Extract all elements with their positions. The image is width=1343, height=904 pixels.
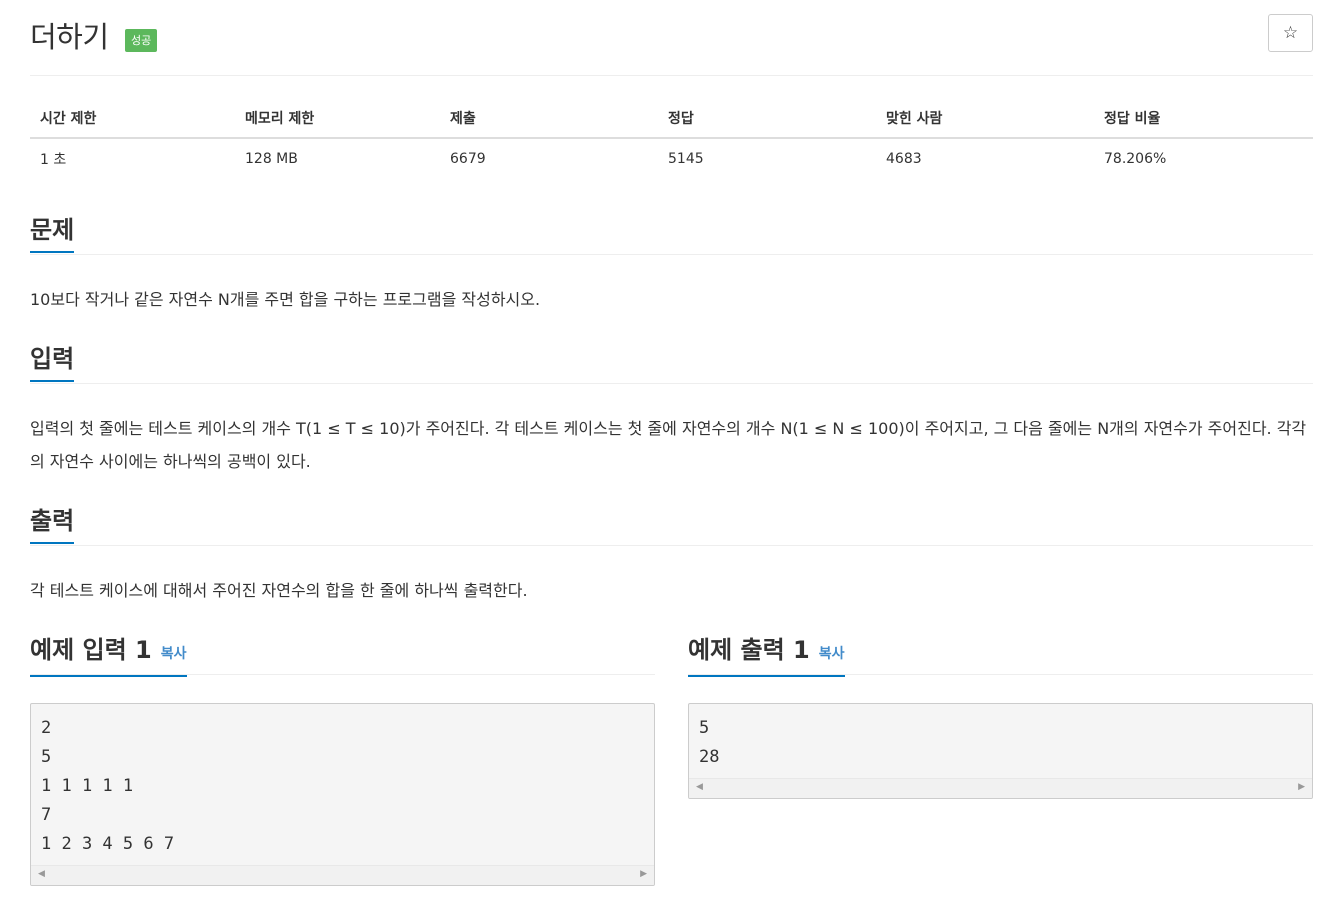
value-memory-limit: 128 MB xyxy=(245,150,298,167)
description-text: 10보다 작거나 같은 자연수 N개를 주면 합을 구하는 프로그램을 작성하시… xyxy=(30,290,541,309)
title-row: 더하기 성공 ☆ xyxy=(30,0,1313,76)
value-submissions: 6679 xyxy=(450,150,486,167)
header-memory-limit: 메모리 제한 xyxy=(235,99,440,139)
value-solved-users: 4683 xyxy=(886,150,922,167)
info-header-row: 시간 제한 메모리 제한 제출 정답 맞힌 사람 정답 비율 xyxy=(30,99,1313,139)
sample-output-copy-link[interactable]: 복사 xyxy=(819,646,845,662)
sample-output-content: 5 28 xyxy=(699,718,720,767)
sample-input-title: 예제 입력 1 xyxy=(30,636,152,664)
header-accepted: 정답 xyxy=(658,99,876,139)
scroll-right-icon[interactable]: ▶ xyxy=(1298,782,1305,792)
info-value-row: 1 초 128 MB 6679 5145 4683 78.206% xyxy=(30,138,1313,178)
output-text: 각 테스트 케이스에 대해서 주어진 자연수의 합을 한 줄에 하나씩 출력한다… xyxy=(30,581,528,600)
scroll-right-icon[interactable]: ▶ xyxy=(640,869,647,879)
description-heading-row: 문제 xyxy=(30,215,1313,255)
sample-output-box: 5 28 ◀ ▶ xyxy=(688,703,1313,799)
header-accept-ratio: 정답 비율 xyxy=(1094,99,1313,139)
output-heading: 출력 xyxy=(30,506,75,544)
input-heading: 입력 xyxy=(30,344,75,382)
sample-output-scrollbar[interactable]: ◀ ▶ xyxy=(689,778,1312,798)
status-badge: 성공 xyxy=(125,29,158,52)
star-icon: ☆ xyxy=(1282,23,1299,43)
value-accepted: 5145 xyxy=(668,150,704,167)
sample-output-heading-row: 예제 출력 1 복사 xyxy=(688,635,1313,677)
problem-info-table: 시간 제한 메모리 제한 제출 정답 맞힌 사람 정답 비율 1 초 128 M… xyxy=(30,99,1313,178)
sample-input-heading: 예제 입력 1 복사 xyxy=(30,635,187,677)
sample-input-copy-link[interactable]: 복사 xyxy=(161,646,187,662)
sample-input-heading-row: 예제 입력 1 복사 xyxy=(30,635,655,677)
sample-input-content: 2 5 1 1 1 1 1 7 1 2 3 4 5 6 7 xyxy=(41,718,175,854)
star-button[interactable]: ☆ xyxy=(1268,14,1313,52)
sample-input-box: 2 5 1 1 1 1 1 7 1 2 3 4 5 6 7 ◀ ▶ xyxy=(30,703,655,886)
scroll-left-icon[interactable]: ◀ xyxy=(696,782,703,792)
sample-output-heading: 예제 출력 1 복사 xyxy=(688,635,845,677)
value-time-limit: 1 초 xyxy=(40,151,67,168)
problem-page: 더하기 성공 ☆ 시간 제한 메모리 제한 제출 정답 맞힌 사람 정답 비율 … xyxy=(30,0,1313,886)
problem-title: 더하기 xyxy=(30,20,109,54)
header-solved-users: 맞힌 사람 xyxy=(876,99,1094,139)
sample-output-title: 예제 출력 1 xyxy=(688,636,810,664)
output-heading-row: 출력 xyxy=(30,506,1313,546)
header-time-limit: 시간 제한 xyxy=(30,99,235,139)
header-submissions: 제출 xyxy=(440,99,658,139)
input-text: 입력의 첫 줄에는 테스트 케이스의 개수 T(1 ≤ T ≤ 10)가 주어진… xyxy=(30,419,1307,471)
description-heading: 문제 xyxy=(30,215,75,253)
value-accept-ratio: 78.206% xyxy=(1104,150,1167,167)
scroll-left-icon[interactable]: ◀ xyxy=(38,869,45,879)
sample-input-scrollbar[interactable]: ◀ ▶ xyxy=(31,865,654,885)
input-heading-row: 입력 xyxy=(30,344,1313,384)
